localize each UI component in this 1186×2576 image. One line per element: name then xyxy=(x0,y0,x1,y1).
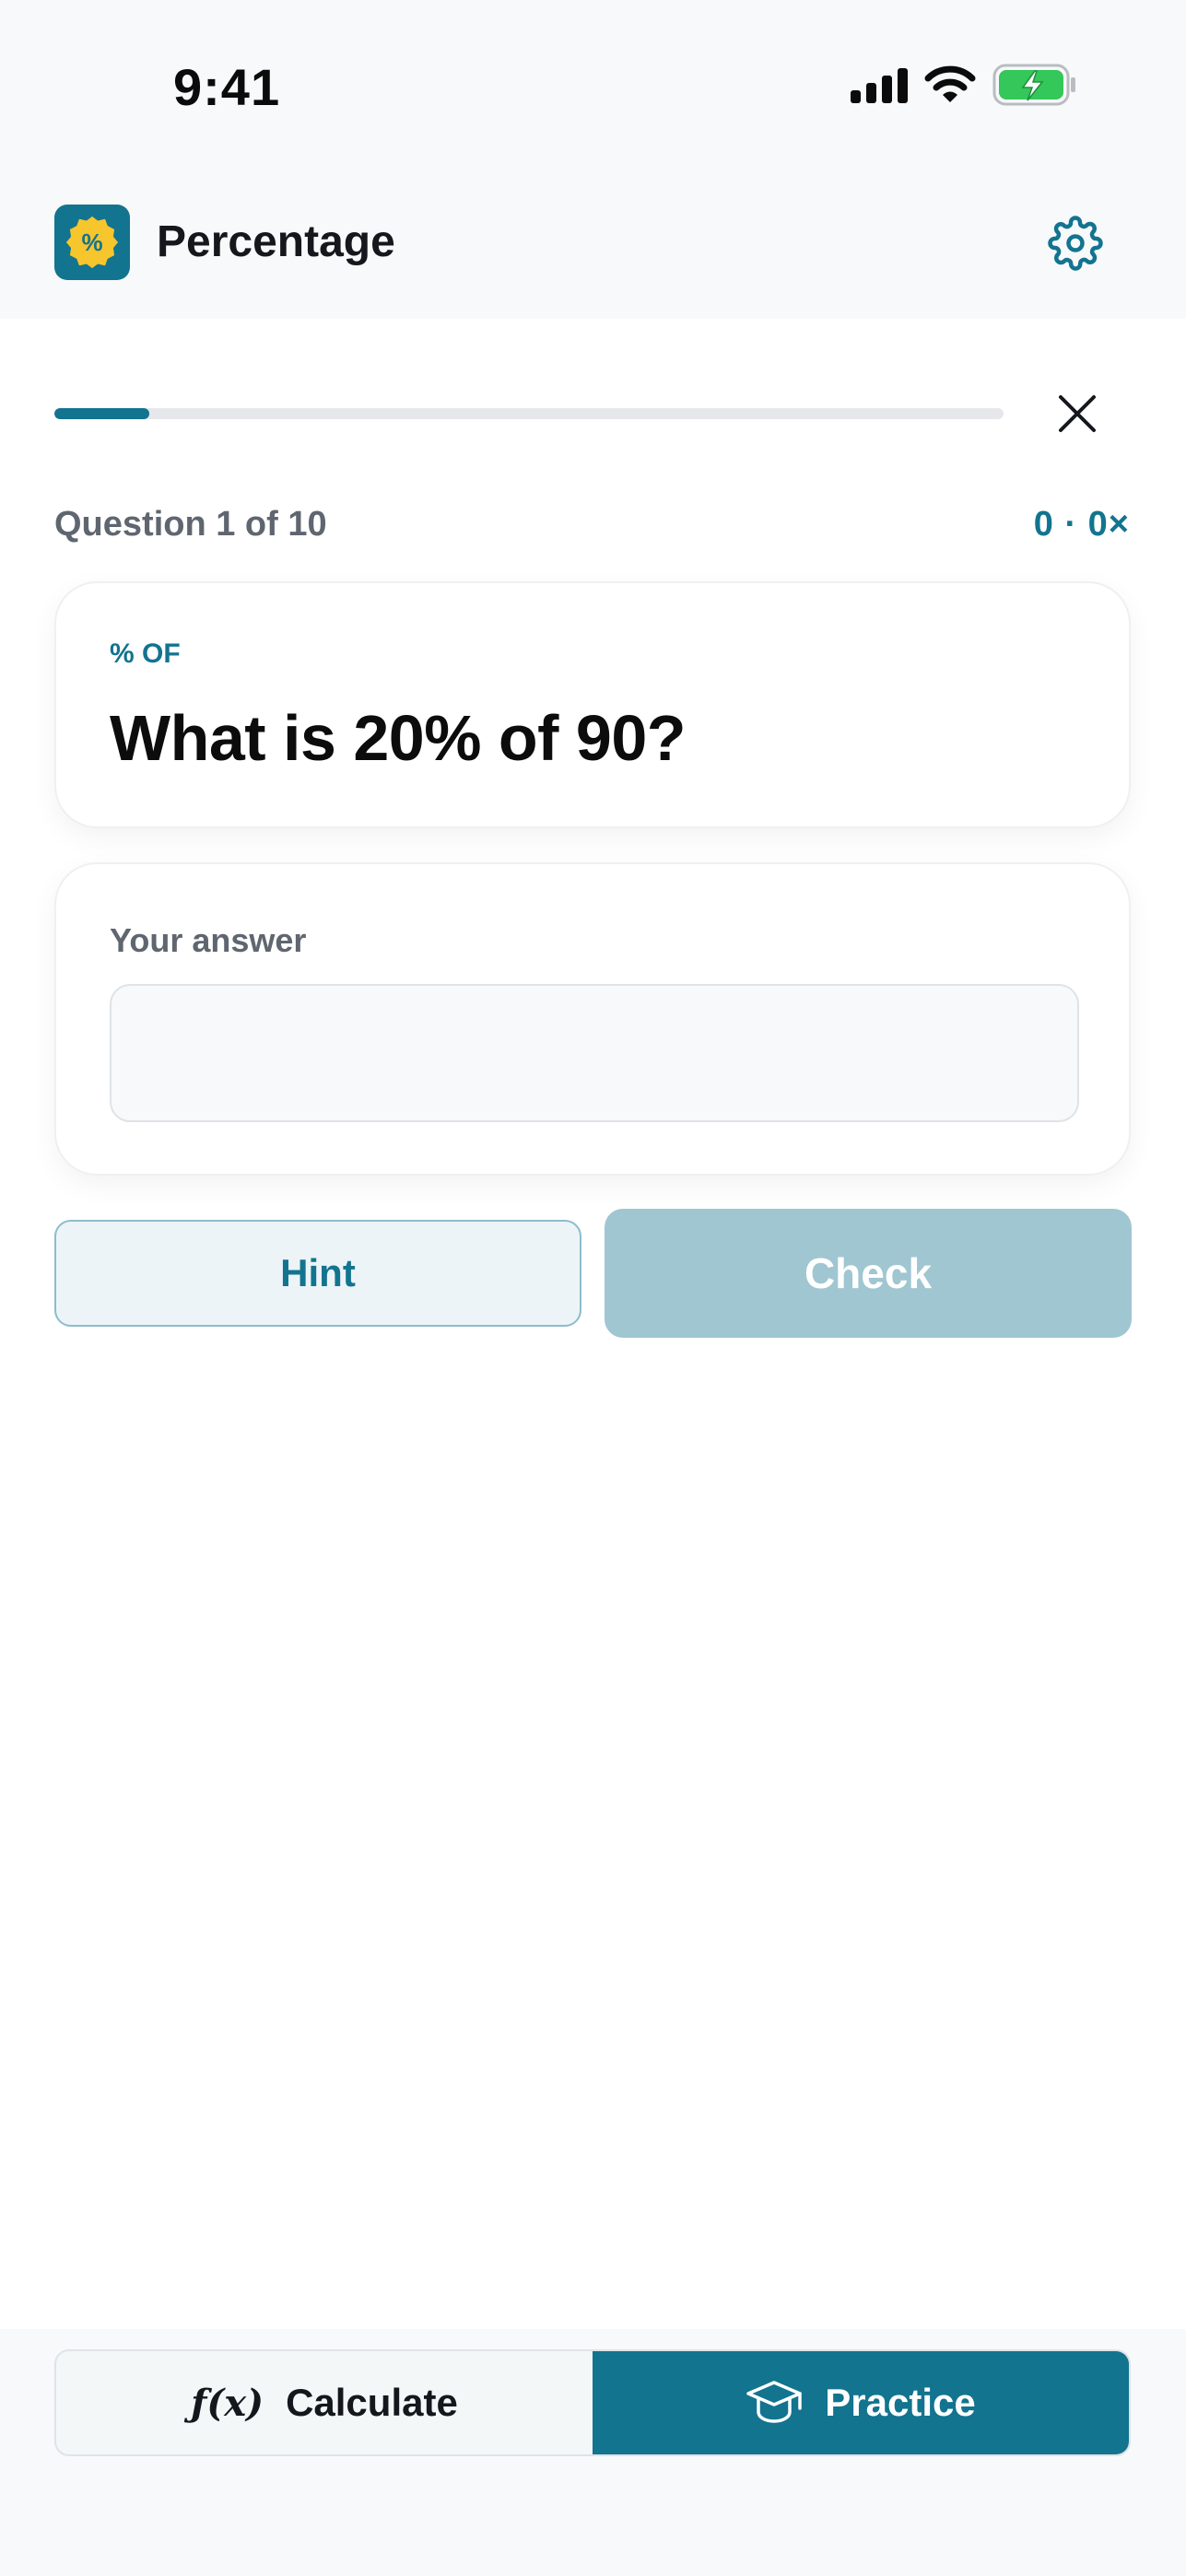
question-text: What is 20% of 90? xyxy=(110,702,687,774)
function-icon: ƒ(x) xyxy=(191,2381,264,2425)
question-category-tag: % OF xyxy=(110,638,181,669)
app-logo: % xyxy=(54,205,130,280)
tab-calculate-label: Calculate xyxy=(286,2381,458,2424)
quiz-progress-bar xyxy=(54,408,1004,419)
percent-badge-icon: % xyxy=(66,217,118,268)
score-display: 0 · 0× xyxy=(1033,505,1130,544)
answer-label: Your answer xyxy=(110,921,307,959)
bottom-tab-bar: ƒ(x) Calculate Practice xyxy=(0,2329,1186,2576)
signal-icon xyxy=(851,66,908,103)
question-card: % OF What is 20% of 90? xyxy=(54,581,1131,828)
tab-practice-label: Practice xyxy=(825,2381,976,2424)
gear-icon xyxy=(1048,216,1103,271)
answer-input[interactable] xyxy=(110,984,1079,1122)
wifi-icon xyxy=(924,65,976,104)
status-time: 9:41 xyxy=(173,58,281,116)
tab-practice[interactable]: Practice xyxy=(593,2351,1129,2454)
status-icons xyxy=(851,63,1077,107)
status-bar: 9:41 xyxy=(0,0,1186,175)
hint-button[interactable]: Hint xyxy=(54,1220,581,1327)
close-icon xyxy=(1059,395,1096,432)
graduation-cap-icon xyxy=(746,2381,803,2423)
close-quiz-button[interactable] xyxy=(1053,390,1101,438)
quiz-progress-fill xyxy=(54,408,149,419)
settings-button[interactable] xyxy=(1048,216,1103,271)
app-title: Percentage xyxy=(157,217,395,266)
answer-card: Your answer xyxy=(54,862,1131,1176)
mode-segmented-control: ƒ(x) Calculate Practice xyxy=(54,2349,1131,2456)
battery-charging-icon xyxy=(992,64,1077,106)
app-header: % Percentage xyxy=(0,175,1186,319)
check-button[interactable]: Check xyxy=(605,1209,1132,1338)
question-counter: Question 1 of 10 xyxy=(54,505,327,544)
tab-calculate[interactable]: ƒ(x) Calculate xyxy=(56,2351,593,2454)
